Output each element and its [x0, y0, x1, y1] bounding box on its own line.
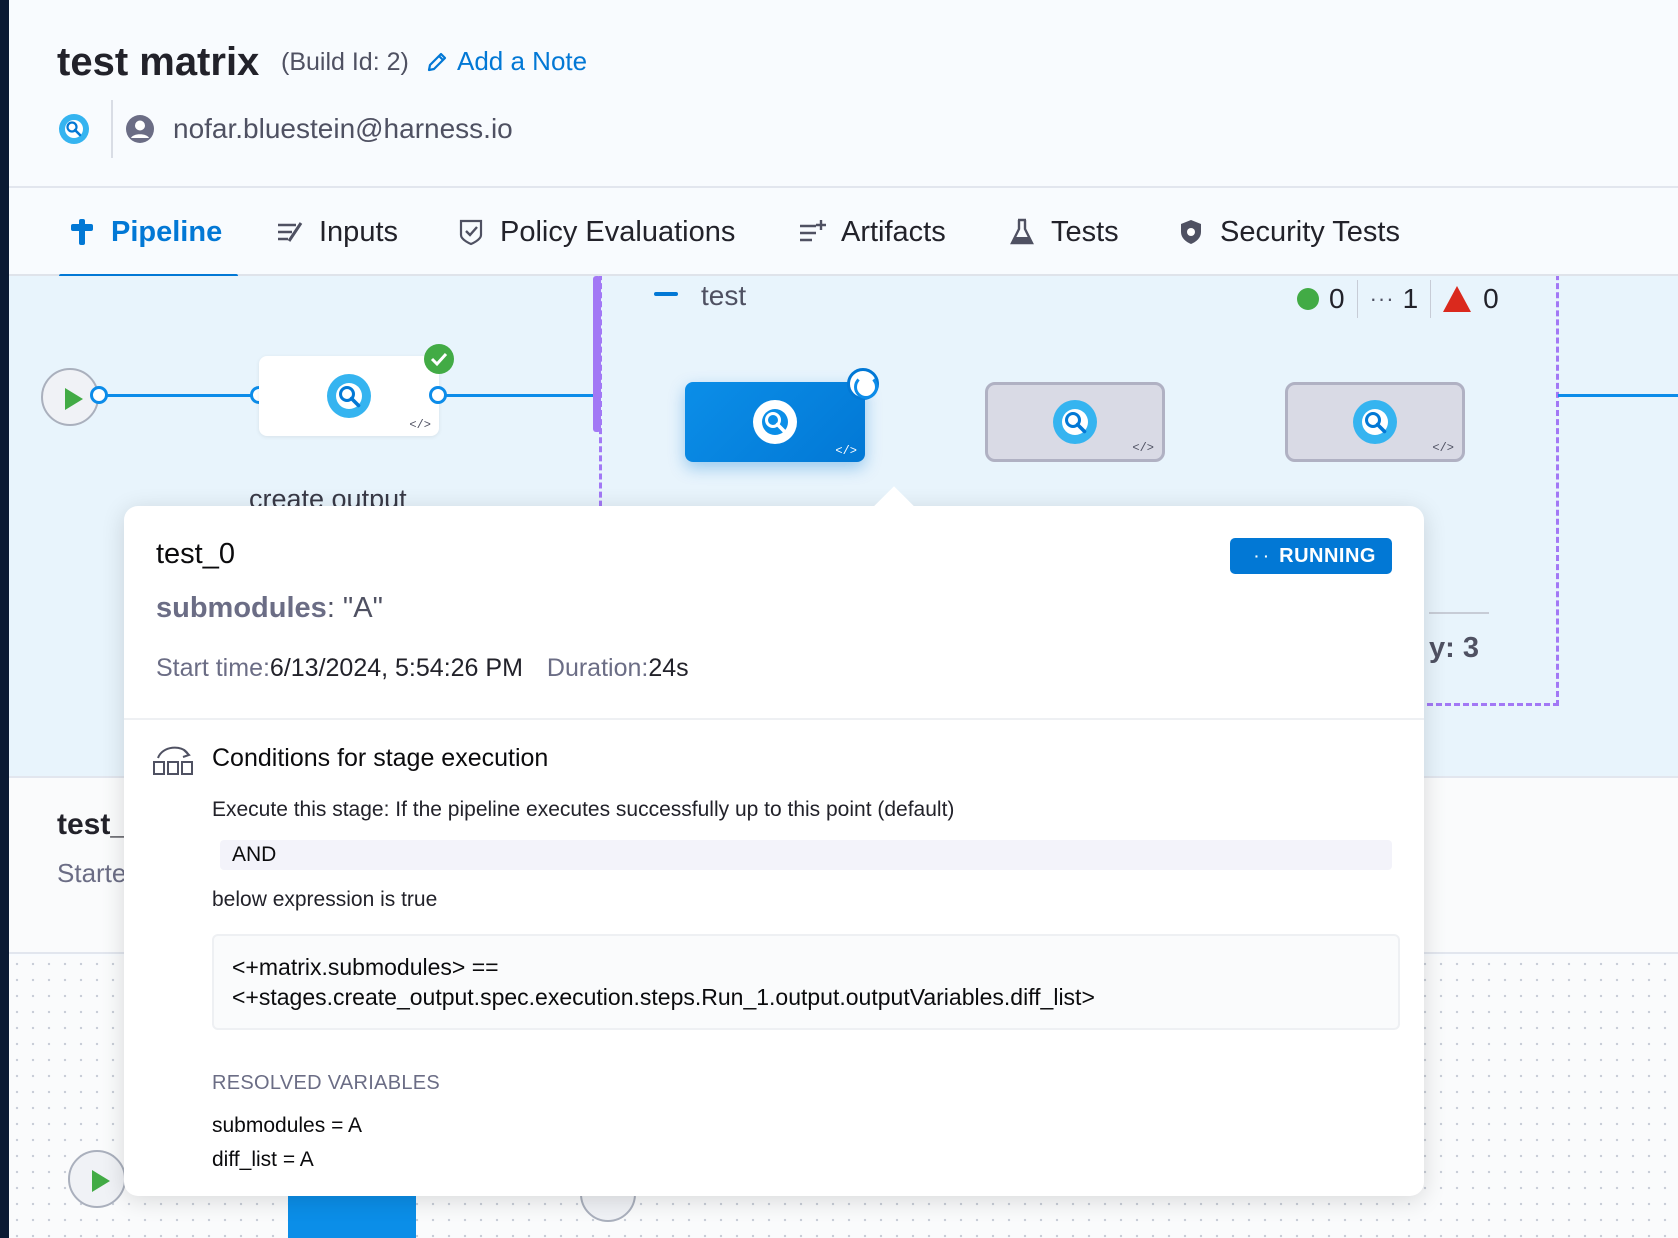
- status-label: RUNNING: [1279, 544, 1376, 567]
- pencil-icon: [427, 52, 447, 71]
- tab-security-tests[interactable]: Security Tests: [1176, 188, 1400, 276]
- failed-count: 0: [1483, 283, 1499, 314]
- ci-stage-icon: [59, 114, 89, 144]
- matrix-node-running[interactable]: </>: [685, 382, 865, 462]
- stage-details-started: Starte: [57, 858, 127, 888]
- counter-divider: [1430, 280, 1432, 318]
- start-time-value: 6/13/2024, 5:54:26 PM: [269, 654, 523, 682]
- flask-icon: [1010, 218, 1034, 245]
- tab-tests-label: Tests: [1051, 215, 1119, 248]
- stage-timing: Start time: 6/13/2024, 5:54:26 PM Durati…: [156, 654, 689, 683]
- stage-node-create-output[interactable]: </>: [259, 356, 439, 436]
- graph-edge: [1558, 394, 1678, 397]
- port: [90, 386, 108, 404]
- triggered-by-email: nofar.bluestein@harness.io: [173, 113, 513, 144]
- expression-line: <+stages.create_output.spec.execution.st…: [232, 984, 1095, 1010]
- tab-policy-label: Policy Evaluations: [500, 215, 736, 248]
- code-icon: </>: [409, 418, 431, 432]
- code-icon: </>: [1432, 441, 1454, 455]
- ci-stage-icon: [1353, 400, 1397, 444]
- success-count: 0: [1329, 283, 1345, 314]
- tab-artifacts[interactable]: Artifacts: [797, 188, 946, 276]
- and-operator: AND: [220, 840, 1392, 870]
- tab-tests[interactable]: Tests: [1007, 188, 1119, 276]
- build-id: (Build Id: 2): [281, 48, 409, 76]
- add-note-label: Add a Note: [457, 46, 588, 76]
- execution-header: test matrix (Build Id: 2) Add a Note nof…: [9, 0, 1678, 188]
- duration-label: Duration:: [546, 654, 649, 682]
- running-spinner-icon: [847, 368, 879, 400]
- tab-inputs-label: Inputs: [319, 215, 398, 248]
- running-count-icon: ···: [1369, 286, 1395, 311]
- code-icon: </>: [1132, 441, 1154, 455]
- port: [429, 386, 447, 404]
- app-sidebar-edge: [0, 0, 9, 1238]
- matrix-variable: submodules: "A": [156, 592, 383, 625]
- running-dots-icon: · ·: [1254, 548, 1270, 564]
- matrix-key: submodules: [156, 592, 327, 624]
- artifacts-icon: [800, 220, 826, 242]
- matrix-stage-instance-name: test_0: [156, 538, 235, 570]
- ci-stage-icon: [327, 374, 371, 418]
- conditions-title: Conditions for stage execution: [212, 744, 549, 772]
- expression-caption: below expression is true: [212, 888, 438, 911]
- ci-stage-icon: [1053, 400, 1097, 444]
- tab-pipeline-label: Pipeline: [111, 215, 223, 248]
- parallelism-label: y: 3: [1429, 632, 1479, 664]
- header-divider: [111, 100, 113, 158]
- warning-icon: [1443, 286, 1472, 312]
- expression-line: <+matrix.submodules> ==: [232, 954, 499, 980]
- success-check-icon: [424, 344, 454, 374]
- add-note-link[interactable]: Add a Note: [425, 46, 587, 77]
- page-title: test matrix: [57, 40, 260, 84]
- execution-tabs: Pipeline Inputs Policy Evaluations Artif…: [9, 188, 1678, 278]
- resolved-variable: submodules = A: [212, 1114, 363, 1137]
- matrix-value: : "A": [326, 592, 383, 624]
- matrix-node-waiting[interactable]: </>: [1285, 382, 1465, 462]
- tab-pipeline[interactable]: Pipeline: [58, 188, 239, 278]
- shield-icon: [1181, 220, 1201, 244]
- tab-inputs[interactable]: Inputs: [275, 188, 398, 276]
- running-count: 1: [1402, 283, 1419, 314]
- status-badge: · · RUNNING: [1230, 538, 1392, 574]
- divider: [124, 718, 1424, 720]
- resolved-variables-header: RESOLVED VARIABLES: [212, 1072, 441, 1094]
- condition-expression: <+matrix.submodules> == <+stages.create_…: [212, 934, 1400, 1030]
- pipeline-icon: [71, 219, 93, 245]
- divider: [1429, 612, 1489, 614]
- conditional-execution-icon: [153, 746, 193, 775]
- counter-divider: [1356, 280, 1358, 318]
- execute-condition-text: Execute this stage: If the pipeline exec…: [212, 798, 955, 821]
- tab-artifacts-label: Artifacts: [841, 215, 946, 248]
- collapse-icon[interactable]: [654, 292, 678, 296]
- user-icon: [126, 115, 154, 143]
- inputs-icon: [278, 222, 303, 242]
- start-time-label: Start time:: [156, 654, 270, 682]
- success-count-icon: [1297, 288, 1319, 310]
- duration-value: 24s: [648, 654, 689, 682]
- matrix-stage-name: test: [701, 280, 747, 311]
- ci-stage-icon: [753, 400, 797, 444]
- matrix-node-waiting[interactable]: </>: [985, 382, 1165, 462]
- policy-icon: [459, 219, 483, 246]
- stage-details-popover: test_0 · · RUNNING submodules: "A" Start…: [124, 486, 1424, 1196]
- tab-security-label: Security Tests: [1220, 215, 1400, 248]
- resolved-variable: diff_list = A: [212, 1148, 314, 1171]
- code-icon: </>: [835, 444, 857, 458]
- matrix-status-counters: 0 ··· 1 0: [1297, 280, 1499, 318]
- tab-policy-evaluations[interactable]: Policy Evaluations: [456, 188, 735, 276]
- stage-start-node[interactable]: [68, 1150, 126, 1208]
